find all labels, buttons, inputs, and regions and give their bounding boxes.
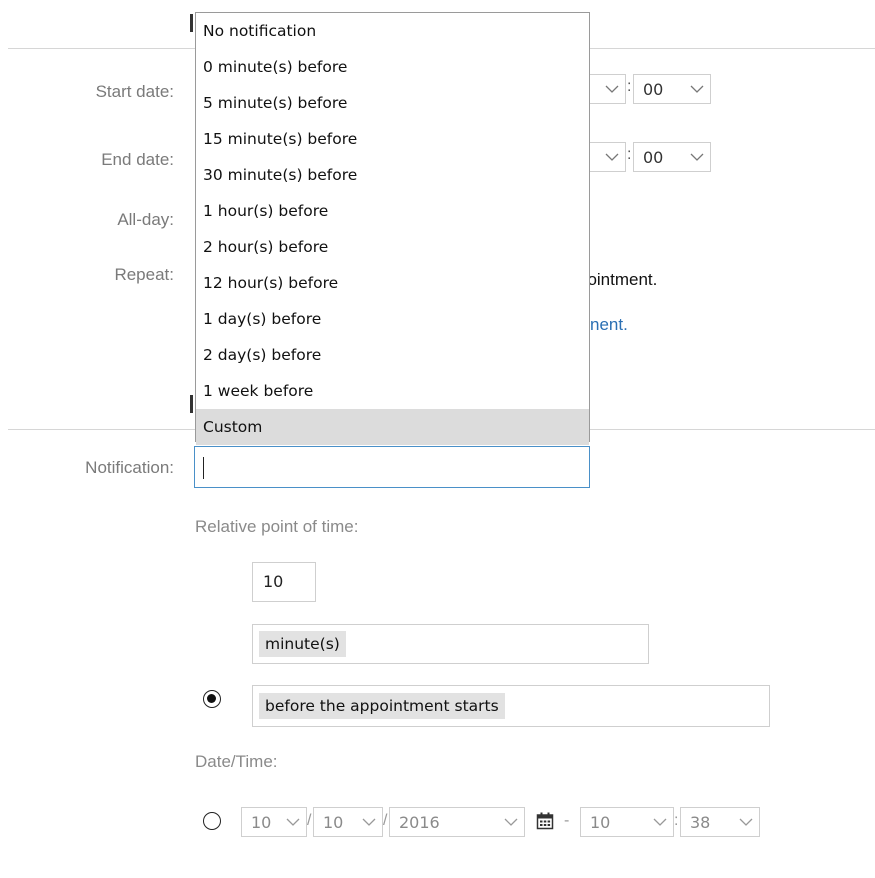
dropdown-option[interactable]: 30 minute(s) before bbox=[196, 157, 589, 193]
relative-unit-select[interactable]: minute(s) bbox=[252, 624, 649, 664]
datetime-hour-select[interactable]: 10 bbox=[580, 807, 674, 837]
section-heading-fragment-notification bbox=[190, 395, 193, 413]
chevron-down-icon bbox=[651, 813, 669, 831]
datetime-year-value: 2016 bbox=[399, 812, 440, 832]
relative-unit-value: minute(s) bbox=[259, 631, 346, 657]
time-separator: : bbox=[627, 146, 632, 163]
end-minute-select[interactable]: 00 bbox=[633, 142, 711, 172]
chevron-down-icon bbox=[284, 813, 302, 831]
relative-anchor-value: before the appointment starts bbox=[259, 693, 505, 719]
date-time-dash: - bbox=[564, 812, 570, 829]
repeat-link[interactable]: nent. bbox=[590, 315, 628, 335]
time-separator: : bbox=[627, 78, 632, 95]
start-date-label: Start date: bbox=[95, 82, 174, 101]
datetime-day-value: 10 bbox=[323, 812, 344, 832]
start-minute-value: 00 bbox=[643, 79, 664, 99]
chevron-down-icon bbox=[688, 80, 706, 98]
repeat-label: Repeat: bbox=[114, 265, 174, 284]
date-separator: / bbox=[383, 812, 388, 829]
absolute-datetime-radio[interactable] bbox=[203, 812, 221, 830]
dropdown-option[interactable]: 12 hour(s) before bbox=[196, 265, 589, 301]
notification-search-input[interactable] bbox=[194, 446, 590, 488]
notification-label: Notification: bbox=[85, 458, 174, 477]
chevron-down-icon bbox=[360, 813, 378, 831]
end-date-label: End date: bbox=[101, 150, 174, 169]
date-separator: / bbox=[307, 812, 312, 829]
dropdown-option-highlighted[interactable]: Custom bbox=[196, 409, 589, 445]
chevron-down-icon bbox=[603, 148, 621, 166]
dropdown-option[interactable]: 15 minute(s) before bbox=[196, 121, 589, 157]
text-caret bbox=[203, 457, 204, 479]
datetime-hour-value: 10 bbox=[590, 812, 611, 832]
radio-selected-dot bbox=[207, 694, 216, 703]
datetime-heading: Date/Time: bbox=[195, 752, 278, 771]
dropdown-option[interactable]: 5 minute(s) before bbox=[196, 85, 589, 121]
datetime-year-select[interactable]: 2016 bbox=[389, 807, 525, 837]
relative-anchor-select[interactable]: before the appointment starts bbox=[252, 685, 770, 727]
relative-time-radio[interactable] bbox=[203, 690, 221, 708]
end-minute-value: 00 bbox=[643, 147, 664, 167]
start-minute-select[interactable]: 00 bbox=[633, 74, 711, 104]
chevron-down-icon bbox=[737, 813, 755, 831]
dropdown-option[interactable]: 2 day(s) before bbox=[196, 337, 589, 373]
chevron-down-icon bbox=[603, 80, 621, 98]
dropdown-option[interactable]: 0 minute(s) before bbox=[196, 49, 589, 85]
datetime-minute-select[interactable]: 38 bbox=[680, 807, 760, 837]
chevron-down-icon bbox=[688, 148, 706, 166]
section-heading-fragment bbox=[190, 14, 193, 32]
relative-amount-value: 10 bbox=[263, 572, 284, 591]
notification-options-dropdown[interactable]: No notification 0 minute(s) before 5 min… bbox=[195, 12, 590, 445]
datetime-month-value: 10 bbox=[251, 812, 272, 832]
dropdown-option[interactable]: 2 hour(s) before bbox=[196, 229, 589, 265]
dropdown-option[interactable]: 1 hour(s) before bbox=[196, 193, 589, 229]
calendar-icon[interactable] bbox=[536, 812, 554, 835]
datetime-month-select[interactable]: 10 bbox=[241, 807, 307, 837]
datetime-minute-value: 38 bbox=[690, 812, 711, 832]
time-separator: : bbox=[674, 812, 679, 829]
dropdown-option[interactable]: 1 day(s) before bbox=[196, 301, 589, 337]
datetime-day-select[interactable]: 10 bbox=[313, 807, 383, 837]
dropdown-option[interactable]: 1 week before bbox=[196, 373, 589, 409]
relative-amount-input[interactable]: 10 bbox=[252, 562, 316, 602]
dropdown-option[interactable]: No notification bbox=[196, 13, 589, 49]
chevron-down-icon bbox=[502, 813, 520, 831]
all-day-label: All-day: bbox=[117, 210, 174, 229]
relative-time-heading: Relative point of time: bbox=[195, 517, 359, 536]
